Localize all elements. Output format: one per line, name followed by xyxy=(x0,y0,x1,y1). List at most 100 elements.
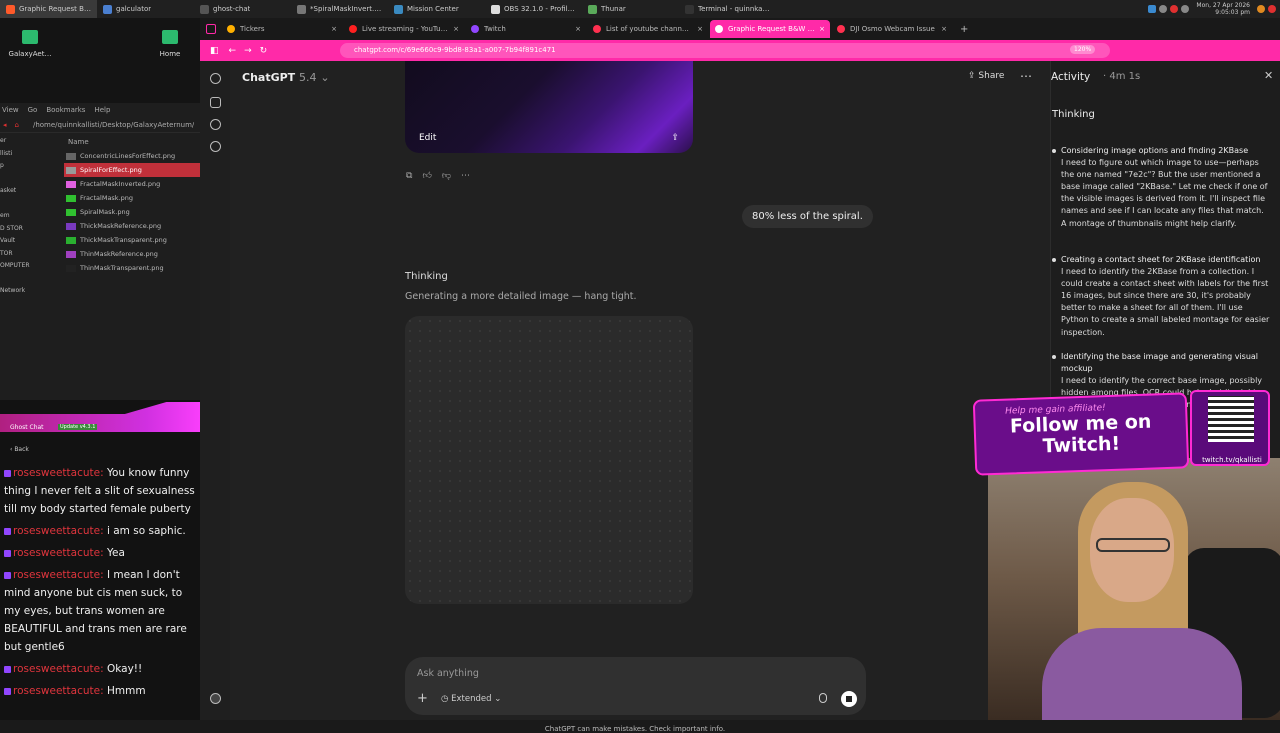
taskbar-item[interactable]: ghost-chat xyxy=(194,0,291,18)
library-icon[interactable] xyxy=(210,141,221,152)
close-tab-icon[interactable]: × xyxy=(697,25,703,33)
taskbar-item[interactable]: Thunar xyxy=(582,0,679,18)
column-header-name[interactable]: Name xyxy=(64,135,200,149)
sidebar-toggle-icon[interactable] xyxy=(206,24,216,34)
chat-username[interactable]: rosesweettacute: xyxy=(13,547,104,559)
file-row[interactable]: SpiralForEffect.png xyxy=(64,163,200,177)
forward-icon[interactable]: → xyxy=(244,46,252,56)
menu-item[interactable]: Go xyxy=(28,106,38,114)
stop-button[interactable] xyxy=(841,691,857,707)
taskbar-item[interactable]: Graphic Request B&W S… xyxy=(0,0,97,18)
url-field[interactable]: chatgpt.com/c/69e660c9-9bd8-83a1-a007-7b… xyxy=(340,43,1110,58)
chat-username[interactable]: rosesweettacute: xyxy=(13,525,104,537)
close-icon[interactable]: ✕ xyxy=(1264,69,1273,82)
new-tab-icon[interactable]: + xyxy=(960,24,968,35)
file-row[interactable]: ThickMaskTransparent.png xyxy=(64,233,200,247)
back-link[interactable]: ‹ Back xyxy=(10,446,29,453)
browser-tab[interactable]: List of youtube channels o × xyxy=(588,20,708,38)
model-selector[interactable]: ChatGPT 5.4 ⌄ xyxy=(242,71,330,84)
previous-image[interactable]: Edit ⇪ xyxy=(405,61,693,153)
close-tab-icon[interactable]: × xyxy=(819,25,825,33)
sidebar-place[interactable]: Network xyxy=(0,285,64,298)
sidebar-place[interactable] xyxy=(0,173,64,186)
sidebar-place[interactable]: Vault xyxy=(0,235,64,248)
chat-username[interactable]: rosesweettacute: xyxy=(13,467,104,479)
sidebar-place[interactable]: D STOR xyxy=(0,223,64,236)
network-icon[interactable] xyxy=(1148,5,1157,13)
thumbs-down-icon[interactable]: 👎︎ xyxy=(442,171,451,181)
chat-username[interactable]: rosesweettacute: xyxy=(13,569,104,581)
prompt-input[interactable] xyxy=(417,665,817,681)
taskbar-item[interactable]: Mission Center xyxy=(388,0,485,18)
twitch-url: twitch.tv/qkallisti xyxy=(1202,456,1262,464)
sidebar-icon[interactable]: ◧ xyxy=(210,46,219,56)
taskbar-item[interactable]: galculator xyxy=(97,0,194,18)
file-row[interactable]: FractalMaskInverted.png xyxy=(64,177,200,191)
profile-avatar[interactable] xyxy=(210,693,221,704)
more-options-icon[interactable]: ⋯ xyxy=(1020,69,1032,83)
update-badge[interactable]: Update v4.3.1 xyxy=(58,424,98,430)
volume-icon[interactable] xyxy=(1159,5,1168,13)
sidebar-place[interactable]: em xyxy=(0,210,64,223)
chat-username[interactable]: rosesweettacute: xyxy=(13,685,104,697)
browser-tab[interactable]: Twitch × xyxy=(466,20,586,38)
desktop-icon-galaxy[interactable]: GalaxyAet… xyxy=(0,18,60,58)
file-row[interactable]: FractalMask.png xyxy=(64,191,200,205)
back-arrow-icon[interactable]: ◂ xyxy=(3,121,7,129)
file-row[interactable]: ConcentricLinesForEffect.png xyxy=(64,149,200,163)
menu-item[interactable]: Help xyxy=(94,106,110,114)
desktop-icon-home[interactable]: Home xyxy=(140,18,200,58)
plus-icon[interactable]: + xyxy=(417,691,428,706)
path-bar[interactable]: ◂ ⌂ /home/quinnkallisti/Desktop/GalaxyAe… xyxy=(0,117,200,133)
mic-icon[interactable] xyxy=(1170,5,1179,13)
thumbs-up-icon[interactable]: 👍︎ xyxy=(422,171,431,181)
menu-item[interactable]: View xyxy=(2,106,19,114)
chat-username[interactable]: rosesweettacute: xyxy=(13,663,104,675)
back-icon[interactable]: ← xyxy=(229,46,237,56)
close-tab-icon[interactable]: × xyxy=(331,25,337,33)
stream-overlay: Help me gain affiliate! Follow me on Twi… xyxy=(968,376,1280,720)
thinking-label[interactable]: Thinking xyxy=(405,271,448,282)
extended-thinking-button[interactable]: ◷ Extended ⌄ xyxy=(441,694,501,704)
sidebar-place[interactable]: OMPUTER xyxy=(0,260,64,273)
browser-tab[interactable]: Live streaming - YouTube S × xyxy=(344,20,464,38)
openai-logo-icon[interactable] xyxy=(210,73,221,84)
share-button[interactable]: ⇪ Share xyxy=(968,71,1004,81)
file-row[interactable]: ThinMaskTransparent.png xyxy=(64,261,200,275)
sidebar-place[interactable]: p xyxy=(0,160,64,173)
power-icon[interactable] xyxy=(1268,5,1276,13)
browser-tab[interactable]: DJI Osmo Webcam Issue × xyxy=(832,20,952,38)
share-image-icon[interactable]: ⇪ xyxy=(671,133,679,143)
home-icon[interactable]: ⌂ xyxy=(15,121,19,129)
taskbar-item[interactable]: Terminal - quinnkallisti@… xyxy=(679,0,776,18)
browser-tab[interactable]: Tickers × xyxy=(222,20,342,38)
notification-icon[interactable] xyxy=(1257,5,1265,13)
sidebar-place[interactable]: TOR xyxy=(0,248,64,261)
menu-item[interactable]: Bookmarks xyxy=(46,106,85,114)
file-row[interactable]: ThickMaskReference.png xyxy=(64,219,200,233)
browser-tab[interactable]: Graphic Request B&W Spi × xyxy=(710,20,830,38)
microphone-icon[interactable] xyxy=(819,693,827,703)
taskbar-item[interactable]: *SpiralMaskInvert.xcf-1… xyxy=(291,0,388,18)
copy-icon[interactable]: ⧉ xyxy=(406,171,412,181)
close-tab-icon[interactable]: × xyxy=(941,25,947,33)
chat-text: Hmmm xyxy=(106,685,146,697)
settings-icon[interactable] xyxy=(1181,5,1190,13)
more-icon[interactable]: ⋯ xyxy=(461,171,470,181)
file-row[interactable]: ThinMaskReference.png xyxy=(64,247,200,261)
new-chat-icon[interactable] xyxy=(210,97,221,108)
sidebar-place[interactable] xyxy=(0,273,64,286)
sidebar-place[interactable]: asket xyxy=(0,185,64,198)
search-icon[interactable] xyxy=(210,119,221,130)
reload-icon[interactable]: ↻ xyxy=(260,46,268,56)
file-row[interactable]: SpiralMask.png xyxy=(64,205,200,219)
zoom-indicator[interactable]: 120% xyxy=(1070,45,1096,54)
sidebar-place[interactable]: llisti xyxy=(0,148,64,161)
clock[interactable]: Mon, 27 Apr 2026 9:05:03 pm xyxy=(1196,2,1250,16)
close-tab-icon[interactable]: × xyxy=(453,25,459,33)
taskbar-item[interactable]: OBS 32.1.0 - Profile: Unt… xyxy=(485,0,582,18)
sidebar-place[interactable]: er xyxy=(0,135,64,148)
sidebar-place[interactable] xyxy=(0,198,64,211)
close-tab-icon[interactable]: × xyxy=(575,25,581,33)
edit-button[interactable]: Edit xyxy=(419,133,436,143)
